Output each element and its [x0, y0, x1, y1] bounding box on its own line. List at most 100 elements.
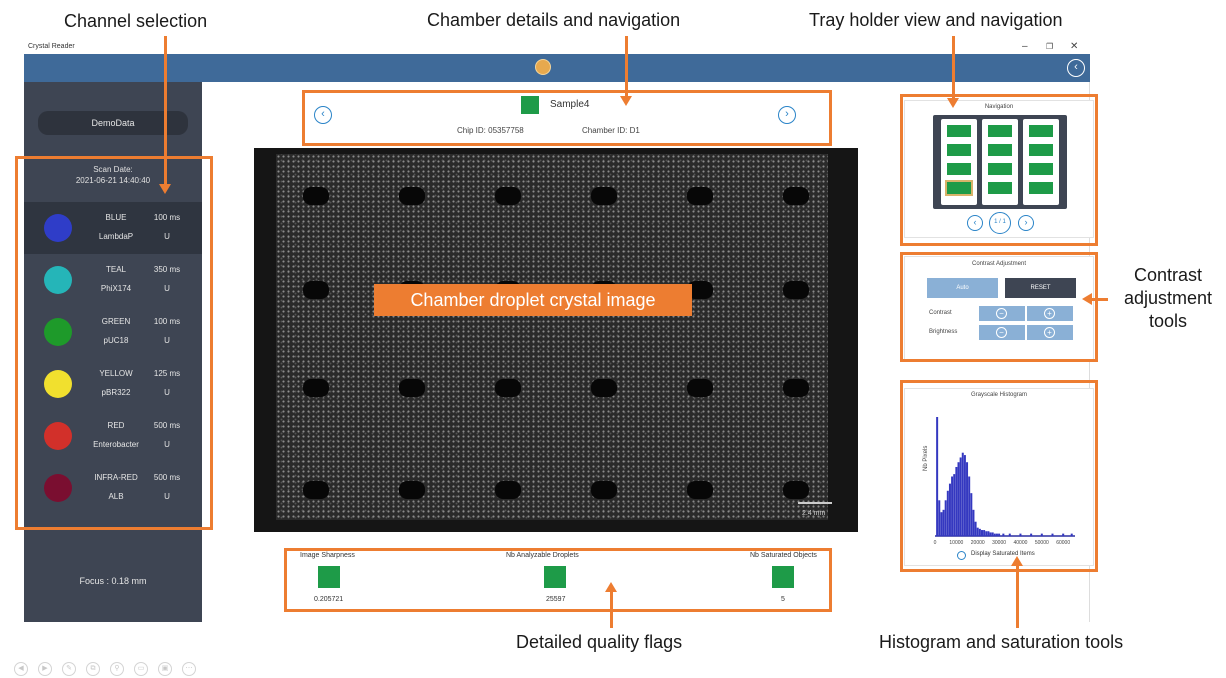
histogram-xtick: 0 [934, 540, 937, 546]
chamber-image[interactable]: 2.4 mm [254, 148, 858, 532]
brightness-label: Brightness [929, 329, 958, 335]
histogram-bar [948, 483, 951, 536]
well[interactable] [1029, 163, 1053, 175]
app-window: Crystal Reader – ❐ ✕ ‹ DemoData Scan Dat… [24, 40, 1094, 622]
histogram-bar [1008, 533, 1011, 536]
channel-color-dot [44, 474, 72, 502]
arrow-tray [952, 36, 955, 98]
caption-contrast-line2: adjustment [1123, 288, 1213, 308]
droplets-value: 25597 [546, 596, 566, 603]
channel-name: RED [107, 421, 125, 430]
channel-sample: ALB [108, 492, 124, 501]
toolbar-icon[interactable]: ⚲ [110, 662, 124, 676]
channel-color-dot [44, 266, 72, 294]
histogram-bar [1070, 533, 1073, 536]
channel-item-blue[interactable]: BLUE 100 ms LambdaP U [24, 202, 202, 254]
chamber-pillar [591, 187, 617, 205]
droplets-flag [544, 566, 566, 588]
well[interactable] [1029, 125, 1053, 137]
next-tray-button[interactable]: › [1018, 215, 1034, 231]
chamber-pillar [495, 379, 521, 397]
channel-exposure: 100 ms [153, 317, 181, 326]
toolbar-icon[interactable]: ⋯ [182, 662, 196, 676]
channel-item-infra-red[interactable]: INFRA-RED 500 ms ALB U [24, 462, 202, 514]
histogram-bar [972, 509, 975, 536]
maximize-button[interactable]: ❐ [1046, 42, 1053, 51]
chamber-id: Chamber ID: D1 [582, 126, 640, 135]
prev-chamber-button[interactable]: ‹ [314, 106, 332, 124]
toolbar-icon[interactable]: ⧉ [86, 662, 100, 676]
arrow-head [1082, 293, 1092, 305]
well-selected[interactable] [945, 180, 973, 196]
arrow-head [947, 98, 959, 108]
channel-item-red[interactable]: RED 500 ms Enterobacter U [24, 410, 202, 462]
contrast-increase-button[interactable]: + [1027, 306, 1073, 321]
well[interactable] [988, 163, 1012, 175]
well[interactable] [947, 163, 971, 175]
channel-unit: U [164, 232, 170, 241]
well[interactable] [1029, 182, 1053, 194]
sample-status-square [521, 96, 539, 114]
histogram-bar [961, 452, 964, 536]
histogram-bar [1030, 533, 1033, 536]
minus-icon: − [996, 327, 1007, 338]
histogram-bar [976, 527, 979, 536]
channel-item-yellow[interactable]: YELLOW 125 ms pBR322 U [24, 358, 202, 410]
chamber-header: ‹ Sample4 Chip ID: 05357758 Chamber ID: … [302, 90, 828, 142]
well[interactable] [1029, 144, 1053, 156]
chamber-pillar [495, 187, 521, 205]
navigation-title: Navigation [984, 104, 1014, 110]
toolbar-icon[interactable]: ▶ [38, 662, 52, 676]
channel-unit: U [164, 284, 170, 293]
caption-channel-selection: Channel selection [64, 11, 208, 31]
app-logo-icon [535, 59, 551, 75]
channel-item-green[interactable]: GREEN 100 ms pUC18 U [24, 306, 202, 358]
channel-sample: Enterobacter [93, 440, 139, 449]
histogram-bar [1002, 533, 1005, 536]
chamber-pillar [591, 481, 617, 499]
well[interactable] [988, 144, 1012, 156]
tray-column-1 [941, 119, 977, 205]
toolbar-icon[interactable]: ◀ [14, 662, 28, 676]
channel-sample: LambdaP [98, 232, 134, 241]
chamber-pillar [303, 281, 329, 299]
minus-icon: − [996, 308, 1007, 319]
well[interactable] [947, 125, 971, 137]
histogram-bar [989, 532, 992, 536]
caption-contrast-line3: tools [1148, 311, 1188, 331]
tray-column-3 [1023, 119, 1059, 205]
minimize-button[interactable]: – [1022, 41, 1028, 52]
toolbar-icon[interactable]: ▭ [134, 662, 148, 676]
caption-contrast-line1: Contrast [1133, 265, 1203, 285]
brightness-decrease-button[interactable]: − [979, 325, 1025, 340]
display-saturated-radio[interactable] [957, 551, 966, 560]
histogram-bar [978, 528, 981, 536]
brightness-increase-button[interactable]: + [1027, 325, 1073, 340]
reset-contrast-button[interactable]: RESET [1005, 278, 1076, 298]
back-icon[interactable]: ‹ [1067, 59, 1085, 77]
contrast-title: Contrast Adjustment [971, 261, 1027, 267]
chamber-pillar [399, 379, 425, 397]
well[interactable] [988, 125, 1012, 137]
next-chamber-button[interactable]: › [778, 106, 796, 124]
sidebar: DemoData Scan Date: 2021-06-21 14:40:40 … [24, 82, 202, 622]
tray-page-indicator: 1 / 1 [989, 212, 1011, 234]
channel-sample: pUC18 [103, 336, 129, 345]
toolbar-icon[interactable]: ✎ [62, 662, 76, 676]
tray-holder [933, 115, 1067, 209]
contrast-decrease-button[interactable]: − [979, 306, 1025, 321]
close-button[interactable]: ✕ [1070, 41, 1078, 52]
well[interactable] [947, 144, 971, 156]
prev-tray-button[interactable]: ‹ [967, 215, 983, 231]
histogram-bar [942, 509, 945, 536]
caption-histogram-tools: Histogram and saturation tools [879, 632, 1124, 652]
channel-exposure: 125 ms [153, 369, 181, 378]
plus-icon: + [1044, 308, 1055, 319]
toolbar-icon[interactable]: ▣ [158, 662, 172, 676]
histogram-bar [1062, 533, 1065, 536]
histogram-bar [998, 533, 1001, 536]
well[interactable] [988, 182, 1012, 194]
channel-item-teal[interactable]: TEAL 350 ms PhiX174 U [24, 254, 202, 306]
saturated-value: 5 [781, 596, 785, 603]
auto-contrast-button[interactable]: Auto [927, 278, 998, 298]
